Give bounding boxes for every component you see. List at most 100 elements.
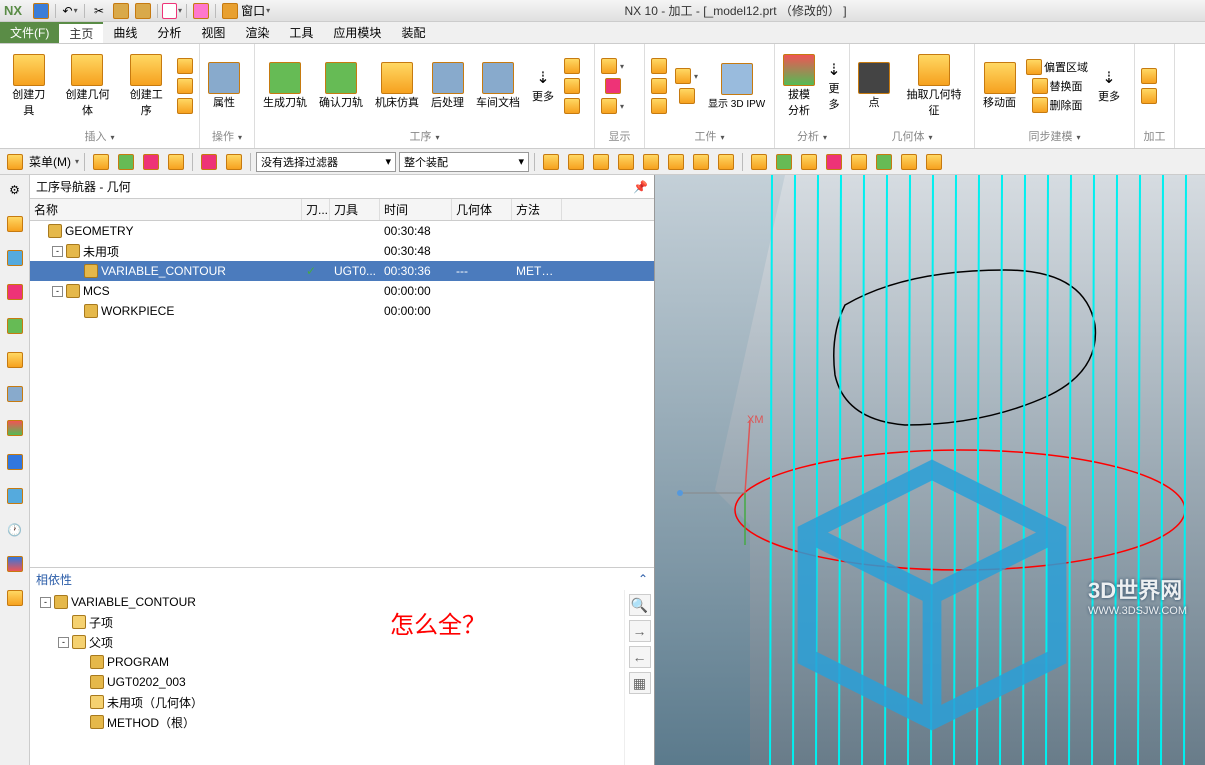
dependency-header[interactable]: 相依性 ⌃: [30, 568, 654, 590]
tree-row[interactable]: VARIABLE_CONTOUR✓UGT0...00:30:36---METH.…: [30, 261, 654, 281]
menu-curve[interactable]: 曲线: [103, 22, 147, 43]
tb-icon-3[interactable]: [140, 151, 162, 173]
arrow-left-icon[interactable]: ←: [629, 646, 651, 668]
insert-sm-1[interactable]: [175, 57, 195, 75]
replace-face-button[interactable]: 替换面: [1024, 77, 1090, 95]
tb-icon-21[interactable]: [898, 151, 920, 173]
res-icon-12[interactable]: [4, 553, 26, 575]
clock-icon[interactable]: 🕐: [4, 519, 26, 541]
res-icon-7[interactable]: [4, 383, 26, 405]
tb-icon-19[interactable]: [848, 151, 870, 173]
part-sm-5[interactable]: [673, 87, 700, 105]
menu-render[interactable]: 渲染: [235, 22, 279, 43]
menu-tool[interactable]: 工具: [279, 22, 323, 43]
menu-button-label[interactable]: 菜单(M): [29, 153, 71, 170]
res-icon-9[interactable]: [4, 451, 26, 473]
disp-sm-2[interactable]: [599, 77, 626, 95]
pin-icon[interactable]: 📌: [633, 180, 648, 194]
mach-sm-2[interactable]: [1139, 87, 1159, 105]
part-sm-3[interactable]: [649, 97, 669, 115]
menu-home[interactable]: 主页: [59, 22, 103, 43]
expander-icon[interactable]: -: [52, 286, 63, 297]
tb-icon-7[interactable]: [540, 151, 562, 173]
menu-button[interactable]: [4, 151, 26, 173]
res-icon-5[interactable]: [4, 315, 26, 337]
res-icon-6[interactable]: [4, 349, 26, 371]
menu-analysis[interactable]: 分析: [147, 22, 191, 43]
part-sm-4[interactable]: ▾: [673, 67, 700, 85]
tb-icon-22[interactable]: [923, 151, 945, 173]
tb-icon-18[interactable]: [823, 151, 845, 173]
shopdoc-button[interactable]: 车间文档: [472, 60, 524, 112]
gen-toolpath-button[interactable]: 生成刀轨: [259, 60, 311, 112]
tree-body[interactable]: GEOMETRY00:30:48-未用项00:30:48VARIABLE_CON…: [30, 221, 654, 567]
copy-icon[interactable]: [111, 2, 131, 20]
expander-icon[interactable]: -: [40, 597, 51, 608]
tree-row[interactable]: -MCS00:00:00: [30, 281, 654, 301]
tree-row[interactable]: -未用项00:30:48: [30, 241, 654, 261]
menu-file[interactable]: 文件(F): [0, 22, 59, 43]
dep-row[interactable]: -父项: [30, 632, 624, 652]
create-op-button[interactable]: 创建工序: [121, 52, 171, 120]
cut-icon[interactable]: ✂: [89, 2, 109, 20]
res-icon-13[interactable]: [4, 587, 26, 609]
tb-icon-11[interactable]: [640, 151, 662, 173]
tb-icon-8[interactable]: [565, 151, 587, 173]
delete-face-button[interactable]: 删除面: [1024, 96, 1090, 114]
part-sm-1[interactable]: [649, 57, 669, 75]
disp-sm-1[interactable]: ▾: [599, 57, 626, 75]
filter-combo[interactable]: 没有选择过滤器▾: [256, 152, 396, 172]
tb-icon-20[interactable]: [873, 151, 895, 173]
tb-icon-14[interactable]: [715, 151, 737, 173]
menu-view[interactable]: 视图: [191, 22, 235, 43]
tb-icon-2[interactable]: [115, 151, 137, 173]
part-sm-2[interactable]: [649, 77, 669, 95]
confirm-toolpath-button[interactable]: 确认刀轨: [315, 60, 367, 112]
menu-app[interactable]: 应用模块: [323, 22, 391, 43]
gear-icon[interactable]: ⚙: [4, 179, 26, 201]
show-ipw-button[interactable]: 显示 3D IPW: [704, 61, 769, 112]
res-icon-10[interactable]: [4, 485, 26, 507]
dep-row[interactable]: 子项: [30, 612, 624, 632]
tb-icon-12[interactable]: [665, 151, 687, 173]
save-icon[interactable]: [31, 2, 51, 20]
tree-row[interactable]: GEOMETRY00:30:48: [30, 221, 654, 241]
offset-region-button[interactable]: 偏置区域: [1024, 58, 1090, 76]
tb-icon-15[interactable]: [748, 151, 770, 173]
mach-sm-1[interactable]: [1139, 67, 1159, 85]
dep-row[interactable]: -VARIABLE_CONTOUR: [30, 592, 624, 612]
chevron-up-icon[interactable]: ⌃: [638, 572, 648, 586]
col-tool[interactable]: 刀具: [330, 199, 380, 220]
disp-sm-3[interactable]: ▾: [599, 97, 626, 115]
tree-row[interactable]: WORKPIECE00:00:00: [30, 301, 654, 321]
grid-icon[interactable]: ▦: [629, 672, 651, 694]
tb-icon-17[interactable]: [798, 151, 820, 173]
tb-icon-1[interactable]: [90, 151, 112, 173]
dep-row[interactable]: 未用项（几何体）: [30, 692, 624, 712]
tb-icon-4[interactable]: [165, 151, 187, 173]
attr-button[interactable]: 属性: [204, 60, 244, 112]
tb-icon-6[interactable]: [223, 151, 245, 173]
move-face-button[interactable]: 移动面: [979, 60, 1020, 112]
grid-icon[interactable]: ▾: [162, 2, 182, 20]
res-icon-2[interactable]: [4, 213, 26, 235]
res-icon-3[interactable]: [4, 247, 26, 269]
col-geom[interactable]: 几何体: [452, 199, 512, 220]
menu-assembly[interactable]: 装配: [391, 22, 435, 43]
dep-row[interactable]: PROGRAM: [30, 652, 624, 672]
eraser-icon[interactable]: [191, 2, 211, 20]
tb-icon-9[interactable]: [590, 151, 612, 173]
window-menu-label[interactable]: 窗口: [241, 2, 265, 19]
col-k[interactable]: 刀...: [302, 199, 330, 220]
tb-icon-13[interactable]: [690, 151, 712, 173]
insert-sm-3[interactable]: [175, 97, 195, 115]
proc-sm-1[interactable]: [562, 57, 582, 75]
expander-icon[interactable]: -: [52, 246, 63, 257]
col-name[interactable]: 名称: [30, 199, 302, 220]
window-icon[interactable]: [220, 2, 240, 20]
col-method[interactable]: 方法: [512, 199, 562, 220]
arrow-right-icon[interactable]: →: [629, 620, 651, 642]
process-more-button[interactable]: ⇣更多: [528, 66, 558, 106]
res-icon-4[interactable]: [4, 281, 26, 303]
sync-more-button[interactable]: ⇣更多: [1094, 66, 1124, 106]
